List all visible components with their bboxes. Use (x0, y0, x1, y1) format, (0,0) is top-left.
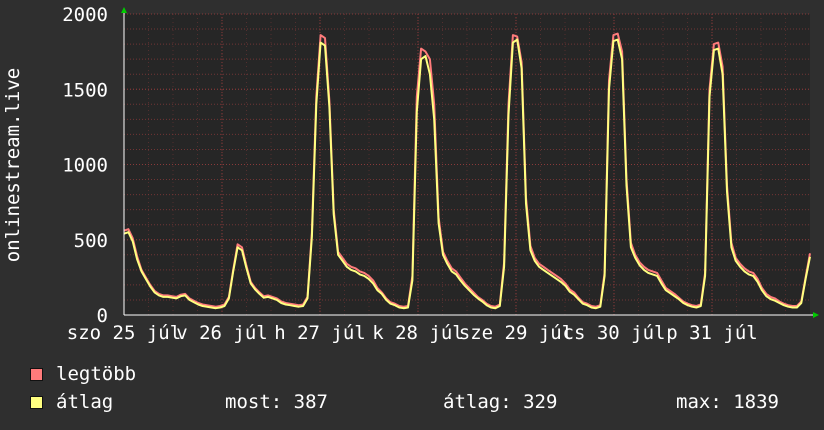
legend-label-max: legtöbb (56, 363, 137, 385)
stat-maximum-label: max: (676, 391, 722, 413)
y-tick-label: 2000 (62, 4, 108, 26)
x-tick-label: sze 29 júl (459, 322, 573, 344)
legend-item-max: legtöbb (30, 363, 136, 385)
y-axis-label: onlinestream.live (2, 68, 24, 262)
y-axis-arrow-icon (121, 7, 127, 13)
x-tick-label: k 28 júl (372, 322, 464, 344)
y-tick-label: 1000 (62, 155, 108, 177)
legend-item-avg: átlag (30, 391, 113, 413)
stat-average: átlag: 329 (443, 391, 557, 413)
legend-swatch-max (30, 367, 43, 381)
stat-maximum: max: 1839 (676, 391, 779, 413)
stat-current-label: most: (225, 391, 283, 413)
stat-maximum-value: 1839 (733, 391, 779, 413)
y-tick-label: 500 (74, 230, 108, 252)
stat-current-value: 387 (293, 391, 328, 413)
x-tick-label: cs 30 júl (563, 322, 666, 344)
x-tick-label: v 26 júl (176, 322, 268, 344)
y-tick-label: 1500 (62, 79, 108, 101)
x-tick-label: szo 25 júl (67, 322, 181, 344)
x-tick-label: h 27 júl (274, 322, 366, 344)
legend-label-avg: átlag (56, 391, 114, 413)
stat-average-value: 329 (523, 391, 558, 413)
x-axis-arrow-icon (813, 312, 819, 318)
legend-swatch-avg (30, 395, 43, 409)
x-tick-label: p 31 júl (666, 322, 758, 344)
stat-average-label: átlag: (443, 391, 512, 413)
stat-current: most: 387 (225, 391, 328, 413)
